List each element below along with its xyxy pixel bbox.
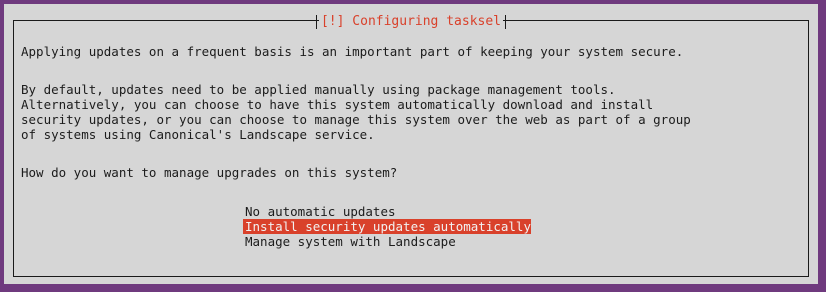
tasksel-dialog: [!] Configuring tasksel Applying updates… <box>4 4 818 284</box>
option-install-security-updates[interactable]: Install security updates automatically <box>243 219 531 234</box>
description-line-1: By default, updates need to be applied m… <box>21 82 616 97</box>
question-text: How do you want to manage upgrades on th… <box>21 165 398 180</box>
description-line-4: of systems using Canonical's Landscape s… <box>21 127 375 142</box>
dialog-title-bar: [!] Configuring tasksel <box>4 12 818 30</box>
description-line-2: Alternatively, you can choose to have th… <box>21 97 654 112</box>
upgrade-options-list: No automatic updates Install security up… <box>243 204 531 249</box>
option-no-automatic-updates[interactable]: No automatic updates <box>243 204 531 219</box>
intro-text: Applying updates on a frequent basis is … <box>21 44 684 59</box>
description-line-3: security updates, or you can choose to m… <box>21 112 691 127</box>
option-manage-with-landscape[interactable]: Manage system with Landscape <box>243 234 531 249</box>
dialog-title: [!] Configuring tasksel <box>315 14 507 30</box>
